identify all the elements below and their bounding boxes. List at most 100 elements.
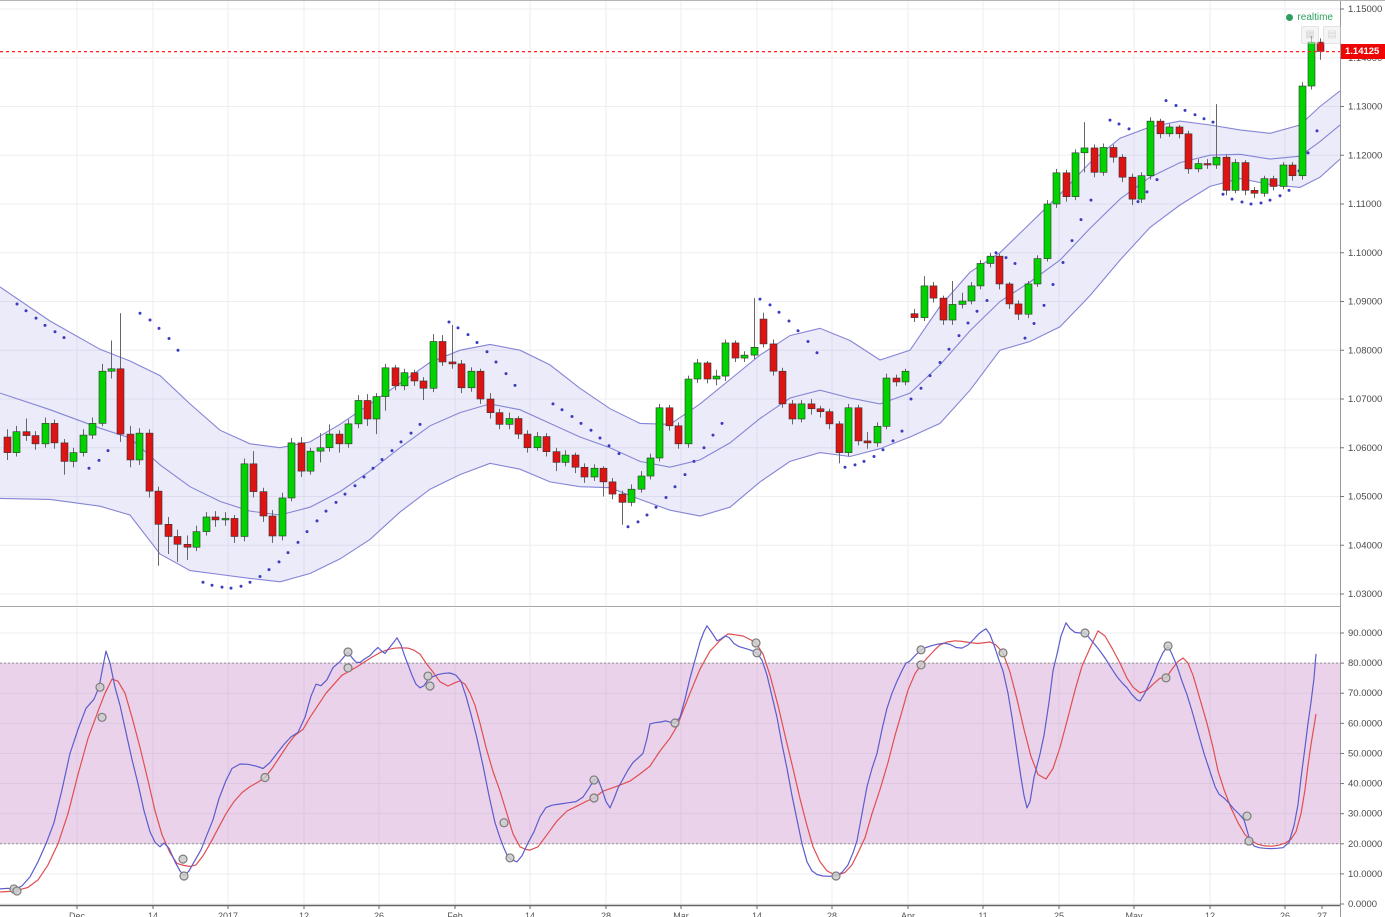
candle-up[interactable] <box>1195 164 1202 169</box>
stoch-signal-dot[interactable] <box>98 713 106 721</box>
candle-down[interactable] <box>770 344 777 371</box>
chart-grid-icon[interactable]: ▦ <box>1301 26 1319 44</box>
candle-down[interactable] <box>392 368 399 386</box>
stoch-signal-dot[interactable] <box>344 664 352 672</box>
stoch-signal-dot[interactable] <box>261 774 269 782</box>
candle-down[interactable] <box>23 432 30 436</box>
candle-up[interactable] <box>656 408 663 458</box>
candle-down[interactable] <box>269 516 276 536</box>
candle-down[interactable] <box>524 434 531 448</box>
candle-up[interactable] <box>80 435 87 453</box>
candle-up[interactable] <box>1232 163 1239 191</box>
candle-up[interactable] <box>1138 176 1145 199</box>
stoch-signal-dot[interactable] <box>344 648 352 656</box>
candle-up[interactable] <box>1025 284 1032 314</box>
candle-down[interactable] <box>117 369 124 434</box>
candle-down[interactable] <box>609 482 616 494</box>
candle-down[interactable] <box>1157 121 1164 134</box>
candle-up[interactable] <box>13 432 20 453</box>
stoch-signal-dot[interactable] <box>424 672 432 680</box>
chart-canvas[interactable]: 1.150001.140001.130001.120001.110001.100… <box>0 1 1385 917</box>
candle-up[interactable] <box>1213 157 1220 165</box>
candle-up[interactable] <box>968 286 975 301</box>
candle-down[interactable] <box>808 404 815 409</box>
candle-up[interactable] <box>562 455 569 462</box>
candle-down[interactable] <box>439 341 446 361</box>
candle-up[interactable] <box>751 347 758 355</box>
candle-down[interactable] <box>449 362 456 364</box>
candle-up[interactable] <box>977 263 984 285</box>
stoch-signal-dot[interactable] <box>590 794 598 802</box>
price-panel[interactable] <box>0 36 1340 590</box>
candle-up[interactable] <box>722 343 729 376</box>
candle-up[interactable] <box>628 489 635 502</box>
candle-down[interactable] <box>260 492 267 516</box>
stoch-signal-dot[interactable] <box>500 819 508 827</box>
candle-down[interactable] <box>231 518 238 536</box>
candle-up[interactable] <box>1034 259 1041 284</box>
candle-down[interactable] <box>127 434 134 460</box>
candle-down[interactable] <box>666 408 673 426</box>
candle-up[interactable] <box>534 437 541 448</box>
candle-up[interactable] <box>1044 204 1051 259</box>
stoch-signal-dot[interactable] <box>1162 674 1170 682</box>
candle-down[interactable] <box>826 412 833 424</box>
candle-up[interactable] <box>959 301 966 304</box>
candle-down[interactable] <box>619 494 626 502</box>
candle-down[interactable] <box>1015 304 1022 314</box>
candle-up[interactable] <box>1072 153 1079 197</box>
candle-up[interactable] <box>42 423 49 443</box>
candle-down[interactable] <box>336 434 343 444</box>
stoch-signal-dot[interactable] <box>752 639 760 647</box>
candle-down[interactable] <box>996 256 1003 284</box>
candle-down[interactable] <box>61 443 68 462</box>
candle-down[interactable] <box>411 373 418 381</box>
candle-up[interactable] <box>203 517 210 532</box>
candle-down[interactable] <box>779 371 786 404</box>
candle-down[interactable] <box>1204 164 1211 165</box>
stoch-signal-dot[interactable] <box>1243 812 1251 820</box>
candle-down[interactable] <box>1091 148 1098 172</box>
candle-up[interactable] <box>136 433 143 460</box>
candle-up[interactable] <box>193 532 200 548</box>
stoch-signal-dot[interactable] <box>917 646 925 654</box>
candle-down[interactable] <box>817 409 824 412</box>
stoch-signal-dot[interactable] <box>13 887 21 895</box>
candle-down[interactable] <box>553 452 560 463</box>
stoch-signal-dot[interactable] <box>1081 629 1089 637</box>
candle-down[interactable] <box>581 467 588 477</box>
candle-up[interactable] <box>401 373 408 386</box>
candle-down[interactable] <box>165 524 172 536</box>
stochastic-panel[interactable] <box>0 623 1340 895</box>
candle-up[interactable] <box>845 408 852 453</box>
candle-down[interactable] <box>1063 173 1070 197</box>
chart-settings-icon[interactable]: ▤ <box>1323 26 1341 44</box>
candle-down[interactable] <box>1223 157 1230 190</box>
candle-down[interactable] <box>930 286 937 298</box>
candle-down[interactable] <box>496 413 503 425</box>
candle-down[interactable] <box>1006 284 1013 304</box>
candle-up[interactable] <box>1147 121 1154 176</box>
candle-down[interactable] <box>1242 163 1249 191</box>
candle-down[interactable] <box>1176 127 1183 134</box>
candle-up[interactable] <box>373 397 380 419</box>
candle-up[interactable] <box>1100 147 1107 172</box>
candle-down[interactable] <box>364 400 371 419</box>
stoch-signal-dot[interactable] <box>1245 837 1253 845</box>
candle-down[interactable] <box>174 536 181 544</box>
candle-up[interactable] <box>949 304 956 320</box>
candle-up[interactable] <box>288 443 295 498</box>
candle-up[interactable] <box>108 369 115 371</box>
stoch-signal-dot[interactable] <box>671 719 679 727</box>
candle-down[interactable] <box>1251 190 1258 193</box>
candle-up[interactable] <box>345 424 352 444</box>
candle-up[interactable] <box>89 423 96 435</box>
candle-down[interactable] <box>250 464 257 492</box>
candle-up[interactable] <box>279 498 286 536</box>
candle-up[interactable] <box>883 378 890 426</box>
candle-up[interactable] <box>468 371 475 388</box>
stoch-signal-dot[interactable] <box>96 683 104 691</box>
candle-up[interactable] <box>1053 173 1060 204</box>
candle-up[interactable] <box>1166 127 1173 134</box>
candle-down[interactable] <box>515 419 522 435</box>
